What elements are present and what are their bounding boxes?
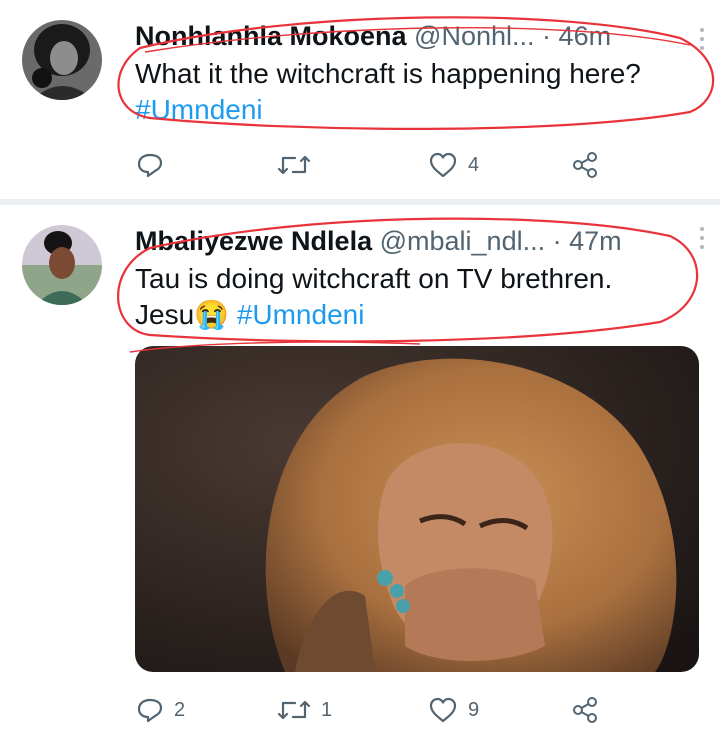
tweet-media-image[interactable]: [135, 346, 699, 672]
reply-button[interactable]: [136, 145, 174, 185]
tweet-text: What it the witchcraft is happening here…: [135, 56, 696, 128]
like-button[interactable]: 9: [428, 690, 479, 730]
tweet-actions: 2 1 9: [0, 690, 720, 730]
separator-dot: ·: [552, 226, 562, 256]
reply-icon: [137, 698, 163, 723]
tweet-actions: 4: [0, 145, 720, 185]
tweet-body-word: Jesu: [135, 299, 195, 330]
timestamp[interactable]: 46m: [559, 21, 612, 51]
more-icon[interactable]: [700, 227, 706, 254]
retweet-icon: [277, 155, 311, 175]
share-icon: [573, 697, 597, 723]
like-count: 9: [468, 698, 480, 721]
like-button[interactable]: 4: [428, 145, 479, 185]
avatar[interactable]: [22, 225, 102, 305]
author-name[interactable]: Nonhlanhla Mokoena: [135, 21, 407, 51]
like-icon: [429, 152, 457, 178]
reply-icon: [137, 153, 163, 178]
like-icon: [429, 697, 457, 723]
share-icon: [573, 152, 597, 178]
author-name[interactable]: Mbaliyezwe Ndlela: [135, 226, 372, 256]
retweet-count: 1: [321, 698, 333, 721]
tweet-1[interactable]: Nonhlanhla Mokoena @Nonhl... · 46m What …: [0, 0, 720, 200]
timestamp[interactable]: 47m: [569, 226, 622, 256]
like-count: 4: [468, 153, 480, 176]
tweet-header: Mbaliyezwe Ndlela @mbali_ndl... · 47m: [135, 223, 690, 259]
author-handle[interactable]: @Nonhl...: [414, 21, 534, 51]
tweet-text: Tau is doing witchcraft on TV brethren. …: [135, 261, 696, 333]
tweet-body-line2: Jesu😭 #Umndeni: [135, 297, 696, 333]
tweet-body: What it the witchcraft is happening here…: [135, 58, 641, 89]
retweet-button[interactable]: [277, 145, 321, 185]
retweet-icon: [277, 700, 311, 720]
crying-emoji: 😭: [194, 299, 230, 330]
tweet-header: Nonhlanhla Mokoena @Nonhl... · 46m: [135, 18, 690, 54]
author-handle[interactable]: @mbali_ndl...: [380, 226, 545, 256]
share-button[interactable]: [570, 690, 600, 730]
hashtag-link[interactable]: #Umndeni: [237, 299, 365, 330]
avatar[interactable]: [22, 20, 102, 100]
separator-dot: ·: [542, 21, 552, 51]
retweet-button[interactable]: 1: [277, 690, 332, 730]
hashtag-link[interactable]: #Umndeni: [135, 92, 696, 128]
more-icon[interactable]: [700, 28, 706, 55]
reply-count: 2: [174, 698, 186, 721]
reply-button[interactable]: 2: [136, 690, 185, 730]
tweet-body: Tau is doing witchcraft on TV brethren.: [135, 263, 613, 294]
share-button[interactable]: [570, 145, 600, 185]
